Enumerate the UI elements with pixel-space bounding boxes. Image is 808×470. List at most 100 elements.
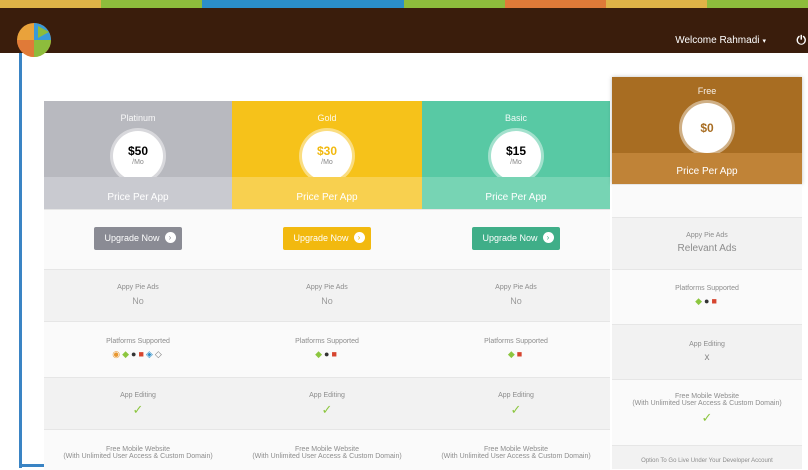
feature-golive: Option To Go Live Under Your Developer A…: [612, 445, 802, 469]
chevron-down-icon: ▾: [762, 38, 766, 45]
feature-value: Relevant Ads: [677, 243, 737, 254]
plan-name: Basic: [504, 113, 527, 123]
feature-label: Platforms Supported: [106, 338, 170, 345]
upgrade-row: Upgrade Now ›: [422, 209, 610, 270]
price-period: /Mo: [510, 159, 522, 166]
feature-editing: App Editing x: [612, 324, 802, 380]
price: $30: [316, 144, 338, 158]
stripe-segment: [101, 0, 202, 8]
feature-label: Appy Pie Ads: [686, 232, 728, 239]
feature-website: Free Mobile Website (With Unlimited User…: [44, 429, 232, 470]
price: $15: [505, 144, 527, 158]
android-icon: ◆: [122, 349, 132, 359]
upgrade-button[interactable]: Upgrade Now ›: [283, 227, 371, 250]
price-circle: $50 /Mo: [113, 131, 163, 181]
upgrade-label: Upgrade Now: [293, 233, 349, 243]
feature-ads: Appy Pie Ads No: [422, 269, 610, 322]
feature-website: Free Mobile Website (With Unlimited User…: [232, 429, 422, 470]
spacer-row: [612, 184, 802, 218]
upgrade-label: Upgrade Now: [104, 233, 160, 243]
feature-label: Appy Pie Ads: [306, 284, 348, 291]
stripe-segment: [707, 0, 808, 8]
color-stripe: [0, 0, 808, 8]
upgrade-button[interactable]: Upgrade Now ›: [472, 227, 560, 250]
price-circle: $30 /Mo: [302, 131, 352, 181]
price-circle: $0: [682, 103, 732, 153]
top-navbar: Welcome Rahmadi ▾ ⏻: [0, 8, 808, 57]
plan-column-platinum: Platinum $50 /Mo Price Per App Upgrade N…: [44, 101, 232, 470]
plan-column-free: Free $0 Price Per App Appy Pie Ads Relev…: [612, 77, 802, 469]
upgrade-button[interactable]: Upgrade Now ›: [94, 227, 182, 250]
feature-value: No: [321, 296, 333, 306]
price: $0: [700, 121, 714, 135]
plan-name: Gold: [317, 113, 337, 123]
feature-platforms: Platforms Supported ◉◆●■◈◇: [44, 321, 232, 378]
feature-platforms: Platforms Supported ◆●■: [612, 269, 802, 325]
price-period: /Mo: [132, 159, 144, 166]
android-icon: ◆: [315, 349, 325, 359]
price-per-app: Price Per App: [485, 192, 547, 203]
price-per-app: Price Per App: [296, 192, 358, 203]
stripe-segment: [505, 0, 606, 8]
platform-icons: ◆●■: [232, 349, 422, 360]
feature-label: App Editing: [689, 341, 725, 348]
plan-column-basic: Basic $15 /Mo Price Per App Upgrade Now ›…: [422, 101, 610, 470]
feature-label: Platforms Supported: [484, 338, 548, 345]
feature-value: No: [510, 296, 522, 306]
feature-website: Free Mobile Website (With Unlimited User…: [612, 379, 802, 446]
stripe-segment: [202, 0, 303, 8]
stripe-segment: [404, 0, 505, 8]
cross-icon: x: [704, 352, 710, 363]
android-icon: ◆: [695, 296, 705, 306]
feature-platforms: Platforms Supported ◆■: [422, 321, 610, 378]
feature-sublabel: (With Unlimited User Access & Custom Dom…: [252, 453, 402, 460]
price-period: /Mo: [321, 159, 333, 166]
feature-value: No: [132, 296, 144, 306]
feature-platforms: Platforms Supported ◆●■: [232, 321, 422, 378]
feature-label: Free Mobile Website: [294, 446, 360, 453]
feature-editing: App Editing ✓: [44, 377, 232, 430]
android-icon: ◆: [507, 349, 517, 359]
feature-label: Free Mobile Website: [105, 446, 171, 453]
feature-label: Platforms Supported: [295, 338, 359, 345]
feature-ads: Appy Pie Ads Relevant Ads: [612, 217, 802, 270]
stripe-segment: [606, 0, 707, 8]
plan-header: Gold $30 /Mo Price Per App: [232, 101, 422, 209]
upgrade-row: Upgrade Now ›: [44, 209, 232, 270]
feature-label: Free Mobile Website: [674, 393, 740, 400]
feature-editing: App Editing ✓: [232, 377, 422, 430]
html5-icon: ■: [331, 349, 339, 359]
platform-icons: ◉◆●■◈◇: [44, 349, 232, 360]
stripe-segment: [303, 0, 404, 8]
price-circle: $15 /Mo: [491, 131, 541, 181]
feature-sublabel: (With Unlimited User Access & Custom Dom…: [63, 453, 213, 460]
check-icon: ✓: [132, 402, 144, 417]
feature-editing: App Editing ✓: [422, 377, 610, 430]
html5-icon: ■: [516, 349, 525, 359]
check-icon: ✓: [321, 402, 333, 417]
price: $50: [127, 144, 149, 158]
feature-label: Platforms Supported: [675, 285, 739, 292]
welcome-text: Welcome Rahmadi: [675, 35, 760, 46]
feature-website: Free Mobile Website (With Unlimited User…: [422, 429, 610, 470]
platform-icons: ◆■: [422, 349, 610, 360]
plan-header: Platinum $50 /Mo Price Per App: [44, 101, 232, 209]
feature-label: App Editing: [120, 392, 156, 399]
platform-icons: ◆●■: [612, 296, 802, 307]
feature-ads: Appy Pie Ads No: [44, 269, 232, 322]
feature-label: Appy Pie Ads: [117, 284, 159, 291]
check-icon: ✓: [701, 410, 713, 425]
feature-sublabel: (With Unlimited User Access & Custom Dom…: [632, 400, 782, 407]
arrow-right-icon: ›: [542, 232, 554, 244]
price-per-app: Price Per App: [676, 166, 738, 177]
user-menu[interactable]: Welcome Rahmadi ▾: [675, 35, 766, 46]
feature-label: Option To Go Live Under Your Developer A…: [641, 458, 773, 464]
plan-header: Free $0 Price Per App: [612, 77, 802, 184]
power-icon[interactable]: ⏻: [797, 33, 807, 48]
stripe-segment: [0, 0, 101, 8]
price-per-app: Price Per App: [107, 192, 169, 203]
platform-icon: ◉: [112, 349, 123, 359]
plan-name: Platinum: [120, 113, 156, 123]
feature-label: Appy Pie Ads: [495, 284, 537, 291]
plan-name: Free: [697, 86, 717, 96]
